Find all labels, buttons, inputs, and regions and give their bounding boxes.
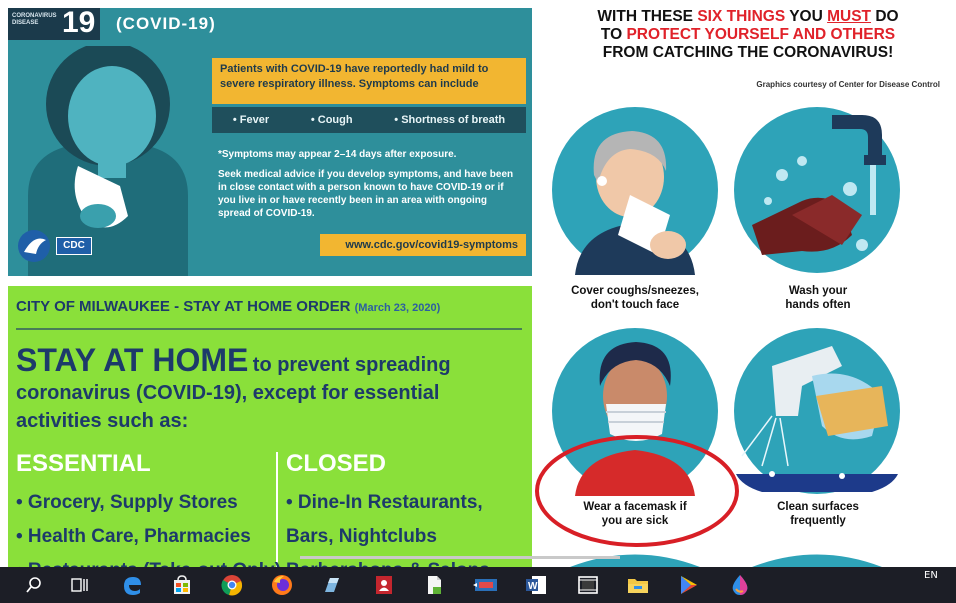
closed-heading: CLOSED xyxy=(286,450,387,477)
heading-part: YOU xyxy=(785,8,828,25)
notepad-icon[interactable] xyxy=(420,571,448,599)
caption-line: Cover coughs/sneezes, xyxy=(571,285,699,297)
header-badge: CORONAVIRUS DISEASE 19 xyxy=(8,8,100,40)
symptom-cough: • Cough xyxy=(310,114,353,126)
closed-list: • Dine-In Restaurants, Bars, Nightclubs … xyxy=(286,486,490,567)
highlight-circle xyxy=(535,435,739,547)
wash-hands-icon xyxy=(734,107,900,273)
cdc-url: www.cdc.gov/covid19-symptoms xyxy=(320,234,526,256)
headline-line-3: activities such as: xyxy=(16,410,189,432)
contacts-icon[interactable] xyxy=(370,571,398,599)
list-item: • Restaurants (Take-out Only) xyxy=(16,554,281,567)
chrome-icon[interactable] xyxy=(218,571,246,599)
header-number: 19 xyxy=(62,8,96,39)
svg-text:W: W xyxy=(528,581,538,592)
order-title-text: CITY OF MILWAUKEE - STAY AT HOME ORDER xyxy=(16,298,351,315)
caption-line: frequently xyxy=(790,515,846,527)
caption-cover: Cover coughs/sneezes, don't touch face xyxy=(545,284,725,312)
heading-six-things: SIX THINGS xyxy=(697,8,786,25)
edge-icon[interactable] xyxy=(118,571,146,599)
order-title: CITY OF MILWAUKEE - STAY AT HOME ORDER (… xyxy=(16,298,440,315)
caption-line: don't touch face xyxy=(590,299,680,311)
clean-surfaces-icon xyxy=(734,328,900,494)
heading-part: TO xyxy=(600,26,627,43)
heading-must: MUST xyxy=(827,8,872,25)
symptoms-intro-box: Patients with COVID-19 have reportedly h… xyxy=(212,58,526,104)
poster-heading: WITH THESE SIX THINGS YOU MUST DO TO PRO… xyxy=(548,8,948,62)
medical-advice-note: Seek medical advice if you develop sympt… xyxy=(218,169,514,219)
search-icon[interactable] xyxy=(20,571,48,599)
heading-protect: PROTECT YOURSELF AND OTHERS xyxy=(626,26,896,43)
essential-heading: ESSENTIAL xyxy=(16,450,151,477)
file-explorer-icon[interactable] xyxy=(624,571,652,599)
list-item: Bars, Nightclubs xyxy=(286,526,437,547)
headline-line-2: coronavirus (COVID-19), except for essen… xyxy=(16,382,440,404)
caption-line: Wash your xyxy=(788,285,848,297)
store-icon[interactable] xyxy=(168,571,196,599)
caption-wash: Wash your hands often xyxy=(728,284,908,312)
caption-line: hands often xyxy=(785,299,851,311)
headline-stay-at-home: STAY AT HOME xyxy=(16,342,249,378)
media-icon[interactable] xyxy=(472,571,500,599)
play-icon[interactable] xyxy=(674,571,702,599)
header-small-text: CORONAVIRUS DISEASE xyxy=(12,13,57,26)
heading-part: WITH THESE xyxy=(597,8,698,25)
screen-content: CORONAVIRUS DISEASE 19 (COVID-19) Patient… xyxy=(0,0,956,567)
headline: STAY AT HOME to prevent spreading corona… xyxy=(16,342,526,435)
horizontal-scrollbar[interactable] xyxy=(300,556,620,559)
language-indicator[interactable]: EN xyxy=(924,570,938,581)
essential-list: • Grocery, Supply Stores • Health Care, … xyxy=(16,486,281,567)
app-icon[interactable] xyxy=(318,571,346,599)
graphics-credit: Graphics courtesy of Center for Disease … xyxy=(756,80,940,89)
header-title: (COVID-19) xyxy=(116,14,216,33)
paint-icon[interactable] xyxy=(726,571,754,599)
cover-cough-icon xyxy=(552,107,718,275)
caption-line: Clean surfaces xyxy=(777,501,859,513)
caption-clean: Clean surfaces frequently xyxy=(728,500,908,528)
heading-part: DO xyxy=(871,8,899,25)
list-item: • Health Care, Pharmacies xyxy=(16,526,251,547)
list-item: • Grocery, Supply Stores xyxy=(16,492,238,513)
order-date: (March 23, 2020) xyxy=(354,302,441,314)
cdc-symptoms-panel: CORONAVIRUS DISEASE 19 (COVID-19) Patient… xyxy=(8,8,532,276)
symptom-fever: • Fever xyxy=(232,114,270,126)
milwaukee-order-panel: CITY OF MILWAUKEE - STAY AT HOME ORDER (… xyxy=(8,286,532,567)
headline-rest: to prevent spreading xyxy=(252,354,451,376)
title-divider xyxy=(16,328,522,330)
word-icon[interactable]: W xyxy=(522,571,550,599)
heading-line-3: FROM CATCHING THE CORONAVIRUS! xyxy=(602,44,894,61)
photos-icon[interactable] xyxy=(574,571,602,599)
firefox-icon[interactable] xyxy=(268,571,296,599)
cdc-logo: CDC xyxy=(56,237,92,255)
taskbar: W EN xyxy=(0,567,956,603)
list-item: • Dine-In Restaurants, xyxy=(286,492,483,513)
symptom-breath: • Shortness of breath xyxy=(394,114,506,126)
exposure-note: *Symptoms may appear 2–14 days after exp… xyxy=(218,149,457,160)
task-view-icon[interactable] xyxy=(66,571,94,599)
symptoms-row: • Fever • Cough • Shortness of breath xyxy=(212,107,526,133)
tile-partial-right xyxy=(752,554,882,567)
